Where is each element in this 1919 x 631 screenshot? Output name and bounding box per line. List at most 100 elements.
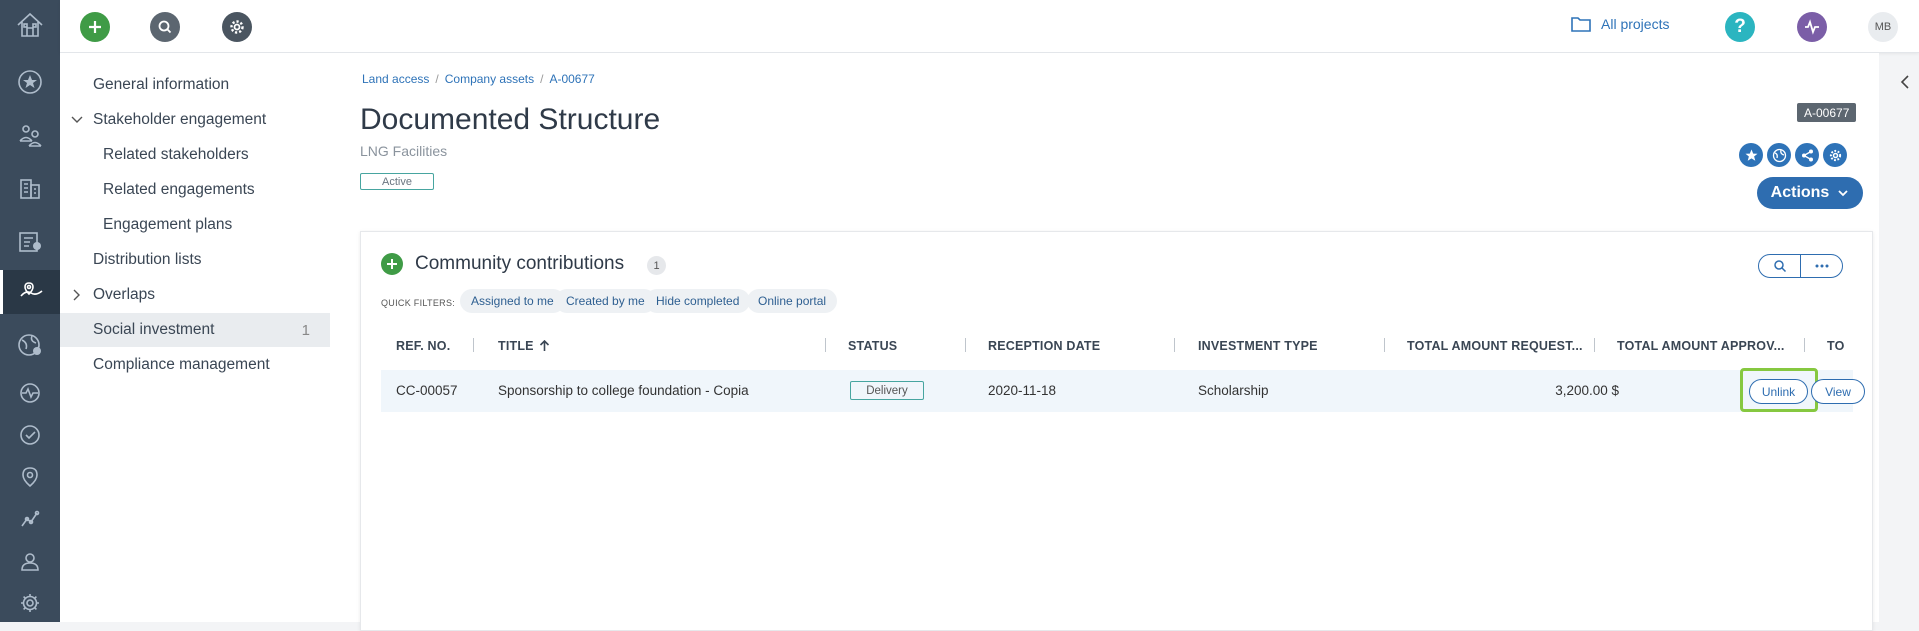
nav-label: Distribution lists [93, 251, 202, 268]
globe-icon[interactable] [1767, 143, 1791, 167]
buildings-icon[interactable] [0, 167, 60, 209]
search-icon[interactable] [1759, 255, 1801, 277]
cell-investment-type: Scholarship [1198, 383, 1269, 398]
column-divider[interactable] [825, 338, 826, 352]
status-badge: Active [360, 173, 434, 190]
collapse-panel-icon[interactable] [1900, 75, 1910, 94]
land-access-icon[interactable] [0, 270, 60, 314]
column-header-reception-date[interactable]: RECEPTION DATE [988, 339, 1100, 353]
main-content: Land access / Company assets / A-00677 D… [350, 53, 1879, 631]
quick-filter-online-portal[interactable]: Online portal [747, 289, 838, 313]
unlink-button[interactable]: Unlink [1749, 379, 1808, 404]
nav-related-stakeholders[interactable]: Related stakeholders [60, 138, 330, 172]
table-row[interactable]: CC-00057 Sponsorship to college foundati… [381, 368, 1865, 412]
page-title: Documented Structure [360, 103, 661, 136]
location-icon[interactable] [0, 456, 60, 498]
chart-icon[interactable] [0, 498, 60, 540]
search-icon[interactable] [150, 12, 180, 42]
nav-label: Related stakeholders [103, 146, 249, 163]
top-bar: All projects ? MB [60, 0, 1919, 53]
breadcrumb-item[interactable]: Land access [362, 72, 429, 86]
ref-badge: A-00677 [1797, 103, 1857, 122]
nav-distribution-lists[interactable]: Distribution lists [60, 243, 330, 277]
chevron-down-icon[interactable] [70, 113, 84, 127]
add-icon[interactable] [80, 12, 110, 42]
quick-filter-assigned[interactable]: Assigned to me [460, 289, 565, 313]
cell-ref: CC-00057 [396, 383, 458, 398]
settings-gear-icon[interactable] [1823, 143, 1847, 167]
nav-count: 1 [301, 321, 310, 339]
column-header-amount-approved[interactable]: TOTAL AMOUNT APPROV... [1617, 339, 1785, 353]
sort-ascending-icon [539, 340, 549, 351]
globe-icon[interactable] [0, 324, 60, 366]
quick-filter-created[interactable]: Created by me [555, 289, 656, 313]
breadcrumb-item[interactable]: A-00677 [549, 72, 594, 86]
all-projects-label: All projects [1601, 16, 1670, 32]
nav-label: Stakeholder engagement [93, 111, 267, 128]
pulse-icon[interactable] [0, 372, 60, 414]
status-badge: Delivery [850, 381, 924, 400]
column-header-investment-type[interactable]: INVESTMENT TYPE [1198, 339, 1318, 353]
community-contributions-card: Community contributions 1 QUICK FILTERS:… [360, 231, 1873, 631]
actions-button[interactable]: Actions [1757, 177, 1863, 209]
nav-social-investment[interactable]: Social investment 1 [60, 313, 330, 347]
nav-label: Social investment [93, 321, 215, 338]
nav-stakeholder-engagement[interactable]: Stakeholder engagement [60, 103, 330, 137]
chevron-right-icon[interactable] [70, 288, 84, 302]
quick-filter-hide-completed[interactable]: Hide completed [645, 289, 751, 313]
avatar[interactable]: MB [1868, 12, 1898, 42]
column-divider[interactable] [473, 338, 474, 352]
gear-icon[interactable] [222, 12, 252, 42]
cell-amount-requested: 3,200.00 $ [1555, 383, 1619, 398]
nav-label: General information [93, 76, 230, 93]
view-button[interactable]: View [1811, 379, 1865, 404]
nav-engagement-plans[interactable]: Engagement plans [60, 208, 330, 242]
column-header-ref[interactable]: REF. NO. [396, 339, 450, 353]
help-icon[interactable]: ? [1725, 12, 1755, 42]
nav-label: Engagement plans [103, 216, 233, 233]
chevron-down-icon [1838, 190, 1848, 197]
stakeholders-icon[interactable] [0, 114, 60, 156]
column-divider[interactable] [1174, 338, 1175, 352]
breadcrumb-item[interactable]: Company assets [445, 72, 534, 86]
nav-label: Compliance management [93, 356, 270, 373]
side-nav: General information Stakeholder engageme… [60, 53, 350, 622]
page-subtitle: LNG Facilities [360, 143, 448, 159]
quick-filters-label: QUICK FILTERS: [381, 298, 456, 308]
nav-compliance-management[interactable]: Compliance management [60, 348, 330, 382]
column-divider[interactable] [1384, 338, 1385, 352]
favorite-star-icon[interactable] [1739, 143, 1763, 167]
card-tools [1758, 254, 1843, 278]
settings-icon[interactable] [0, 582, 60, 624]
star-icon[interactable] [0, 61, 60, 103]
column-divider[interactable] [1804, 338, 1805, 352]
user-icon[interactable] [0, 540, 60, 582]
cell-reception-date: 2020-11-18 [988, 383, 1057, 398]
breadcrumb: Land access / Company assets / A-00677 [362, 72, 595, 86]
column-header-label: TITLE [498, 339, 534, 353]
nav-label: Related engagements [103, 181, 255, 198]
avatar-initials: MB [1874, 21, 1892, 33]
nav-overlaps[interactable]: Overlaps [60, 278, 330, 312]
column-header-title[interactable]: TITLE [498, 339, 550, 353]
add-contribution-icon[interactable] [381, 253, 403, 275]
check-circle-icon[interactable] [0, 414, 60, 456]
breadcrumb-separator: / [540, 72, 544, 86]
column-header-amount-requested[interactable]: TOTAL AMOUNT REQUEST... [1407, 339, 1583, 353]
actions-label: Actions [1770, 184, 1830, 201]
column-divider[interactable] [965, 338, 966, 352]
column-header-truncated[interactable]: TO [1827, 339, 1845, 353]
all-projects-link[interactable]: All projects [1571, 16, 1669, 32]
home-icon[interactable] [0, 4, 60, 46]
column-header-status[interactable]: STATUS [848, 339, 897, 353]
column-divider[interactable] [1594, 338, 1595, 352]
share-icon[interactable] [1795, 143, 1819, 167]
card-count-badge: 1 [647, 256, 666, 275]
folder-icon [1571, 17, 1591, 32]
nav-related-engagements[interactable]: Related engagements [60, 173, 330, 207]
card-title: Community contributions [415, 253, 625, 274]
more-options-icon[interactable] [1801, 255, 1842, 277]
checklist-icon[interactable] [0, 220, 60, 262]
activity-icon[interactable] [1797, 12, 1827, 42]
nav-general-information[interactable]: General information [60, 68, 330, 102]
